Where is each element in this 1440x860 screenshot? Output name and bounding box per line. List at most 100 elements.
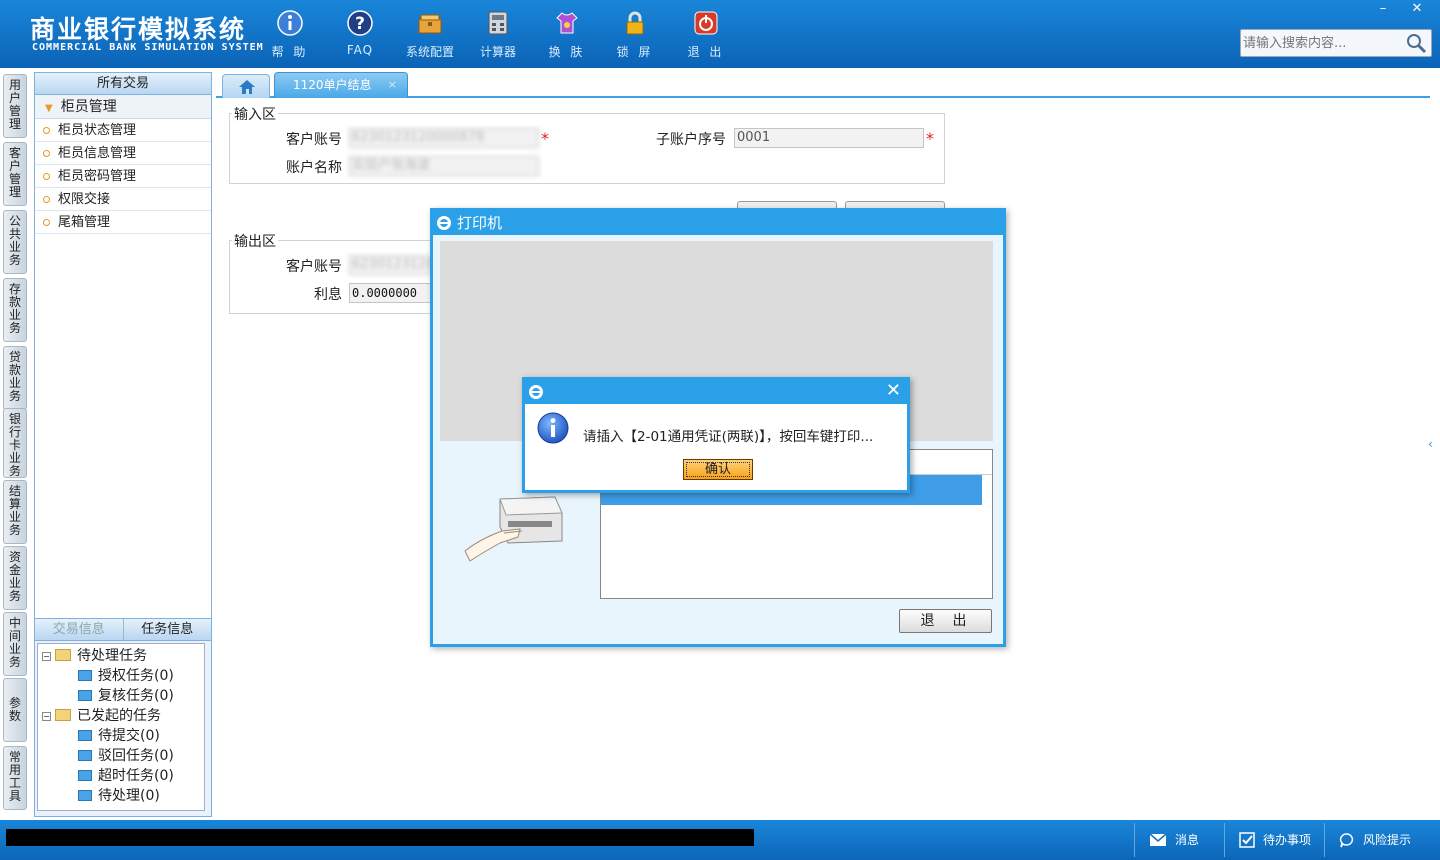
task-icon: [78, 690, 92, 701]
status-message-bar: [6, 829, 754, 846]
tree-node-authorize[interactable]: 授权任务(0): [78, 666, 174, 686]
search-icon[interactable]: [1403, 31, 1429, 55]
menu-group-label: 柜员管理: [60, 99, 117, 115]
messages-label: 消息: [1175, 833, 1200, 847]
printer-illustration: [464, 496, 563, 562]
vnav-fund-business[interactable]: 资金业务: [3, 546, 27, 610]
vnav-parameters[interactable]: 参数: [3, 678, 27, 742]
app-header: 商业银行模拟系统 COMMERCIAL BANK SIMULATION SYST…: [0, 0, 1440, 68]
help-icon: [277, 10, 303, 36]
menu-item-teller-status[interactable]: 柜员状态管理: [35, 119, 211, 142]
required-mark: *: [541, 129, 549, 148]
vnav-common-tools[interactable]: 常用工具: [3, 746, 27, 810]
expand-triangle-icon: ▼: [45, 103, 53, 114]
minimize-button[interactable]: –: [1366, 0, 1400, 20]
window-controls: – ✕: [1366, 0, 1434, 20]
confirm-button[interactable]: 确认: [683, 459, 753, 480]
lock-icon: [626, 11, 644, 35]
printer-exit-button[interactable]: 退出: [899, 609, 992, 633]
account-field[interactable]: 6230123120000878: [349, 128, 539, 148]
tab-home[interactable]: [222, 74, 270, 98]
help-label: 帮 助: [271, 45, 309, 59]
messages-button[interactable]: 消息: [1134, 823, 1224, 857]
todo-button[interactable]: 待办事项: [1224, 823, 1324, 857]
vnav-user-management[interactable]: 用户管理: [3, 74, 27, 138]
menu-item-cash-box[interactable]: 尾箱管理: [35, 211, 211, 234]
menu-item-teller-info[interactable]: 柜员信息管理: [35, 142, 211, 165]
message-text: 请插入【2-01通用凭证(两联)】，按回车键打印...: [583, 429, 874, 445]
bullet-icon: [43, 219, 50, 226]
menu-item-teller-password[interactable]: 柜员密码管理: [35, 165, 211, 188]
task-icon: [78, 730, 92, 741]
collapse-icon[interactable]: −: [42, 652, 51, 661]
tree-node-rejected[interactable]: 驳回任务(0): [78, 746, 174, 766]
power-icon: [694, 11, 718, 35]
output-area-legend: 输出区: [232, 231, 278, 251]
app-icon: [437, 216, 451, 230]
lock-screen-button[interactable]: 锁 屏: [605, 8, 665, 60]
collapse-panel-icon[interactable]: ‹: [1428, 424, 1440, 464]
tree-node-review[interactable]: 复核任务(0): [78, 686, 174, 706]
tree-node-initiated[interactable]: − 已发起的任务: [42, 706, 161, 726]
menu-item-label: 权限交接: [58, 192, 111, 207]
calculator-button[interactable]: 计算器: [468, 8, 528, 60]
faq-button[interactable]: ? FAQ: [330, 8, 390, 60]
tab-single-account-interest[interactable]: 1120单户结息 ×: [274, 72, 408, 98]
tree-node-pending[interactable]: − 待处理任务: [42, 646, 147, 666]
tab-task-info[interactable]: 任务信息: [124, 619, 212, 640]
task-panel: 交易信息 任务信息 − 待处理任务 授权任务(0) 复核任务(0) − 已发起的任务…: [34, 618, 212, 817]
tab-bar: 1120单户结息 ×: [216, 72, 1430, 98]
tree-label: 已发起的任务: [77, 708, 161, 724]
menu-group-teller-management[interactable]: ▼ 柜员管理: [35, 95, 211, 119]
menu-item-label: 尾箱管理: [58, 215, 111, 230]
vnav-loan-business[interactable]: 贷款业务: [3, 346, 27, 410]
system-config-button[interactable]: 系统配置: [400, 8, 460, 60]
collapse-icon[interactable]: −: [42, 712, 51, 721]
risk-alert-button[interactable]: 风险提示: [1324, 823, 1434, 857]
change-skin-label: 换 肤: [548, 45, 586, 59]
vnav-intermediate-business[interactable]: 中间业务: [3, 612, 27, 676]
close-window-button[interactable]: ✕: [1400, 0, 1434, 20]
exit-button[interactable]: 退 出: [676, 8, 736, 60]
menu-title: 所有交易: [35, 73, 211, 95]
bullet-icon: [43, 173, 50, 180]
vnav-public-business[interactable]: 公共业务: [3, 210, 27, 274]
message-title-bar: ✕: [525, 380, 907, 404]
folder-icon: [55, 709, 71, 721]
help-button[interactable]: 帮 助: [260, 8, 320, 60]
bullet-icon: [43, 196, 50, 203]
account-name-label: 账户名称: [286, 160, 342, 176]
search-input[interactable]: [1243, 32, 1403, 54]
tree-label: 待处理(0): [98, 788, 160, 804]
brand-title: 商业银行模拟系统: [30, 15, 247, 44]
change-skin-button[interactable]: 换 肤: [537, 8, 597, 60]
vnav-bank-card-business[interactable]: 银行卡业务: [3, 408, 27, 478]
menu-item-label: 柜员密码管理: [58, 169, 137, 184]
interest-label: 利息: [314, 287, 342, 303]
close-icon[interactable]: ✕: [886, 381, 901, 401]
calculator-icon: [488, 11, 508, 35]
vnav-customer-management[interactable]: 客户管理: [3, 142, 27, 206]
exit-label: 退 出: [687, 45, 725, 59]
vnav-deposit-business[interactable]: 存款业务: [3, 278, 27, 342]
svg-text:?: ?: [355, 14, 365, 34]
tree-node-to-process[interactable]: 待处理(0): [78, 786, 160, 806]
menu-item-permission-handover[interactable]: 权限交接: [35, 188, 211, 211]
tree-node-to-submit[interactable]: 待提交(0): [78, 726, 160, 746]
tree-node-timeout[interactable]: 超时任务(0): [78, 766, 174, 786]
account-name-field[interactable]: 实验户张海波: [349, 156, 539, 176]
tree-label: 待提交(0): [98, 728, 160, 744]
message-dialog: ✕ 请插入【2-01通用凭证(两联)】，按回车键打印... 确认: [522, 377, 910, 493]
interest-field: 0.0000000: [349, 283, 431, 303]
system-config-label: 系统配置: [405, 45, 454, 59]
vnav-settlement-business[interactable]: 结算业务: [3, 480, 27, 544]
tab-transaction-info[interactable]: 交易信息: [35, 619, 124, 640]
tab-close-icon[interactable]: ×: [388, 73, 397, 97]
account-label: 客户账号: [286, 132, 342, 148]
risk-label: 风险提示: [1363, 833, 1412, 847]
task-tabs: 交易信息 任务信息: [35, 619, 211, 641]
shirt-icon: [556, 12, 578, 34]
tree-label: 复核任务(0): [98, 688, 174, 704]
sub-account-field[interactable]: 0001: [734, 128, 924, 148]
calculator-label: 计算器: [479, 45, 516, 59]
